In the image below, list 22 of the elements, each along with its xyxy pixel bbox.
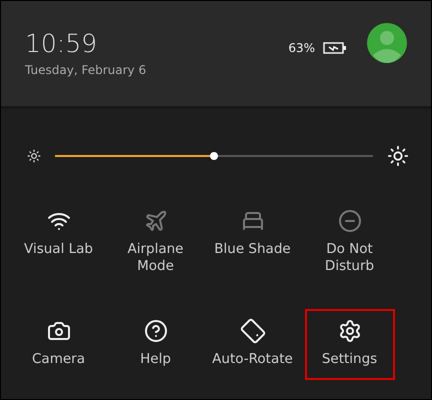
- battery-percentage: 63%: [288, 41, 315, 55]
- brightness-low-icon: [27, 149, 41, 163]
- minus-circle-icon: [338, 209, 362, 233]
- user-avatar[interactable]: [367, 23, 407, 63]
- date-text: Tuesday, February 6: [25, 63, 148, 77]
- brightness-high-icon: [387, 145, 409, 167]
- quick-setting-tile[interactable]: Airplane Mode: [110, 199, 200, 287]
- slider-thumb[interactable]: [210, 152, 218, 160]
- help-icon: [144, 319, 168, 343]
- quick-setting-tile[interactable]: Do Not Disturb: [304, 199, 394, 287]
- quick-setting-tile[interactable]: Auto-Rotate: [208, 309, 298, 380]
- quick-setting-tile[interactable]: Visual Lab: [14, 199, 104, 287]
- settings-icon: [338, 319, 362, 343]
- camera-icon: [46, 319, 70, 343]
- airplane-icon: [144, 209, 168, 233]
- quick-setting-tile[interactable]: Settings: [304, 309, 394, 380]
- quick-setting-tile[interactable]: Camera: [14, 309, 104, 380]
- quick-setting-tile[interactable]: Help: [110, 309, 200, 380]
- quick-setting-tile[interactable]: Blue Shade: [208, 199, 298, 287]
- battery-charging-icon: [323, 42, 347, 54]
- clock-time: 10:59: [25, 29, 98, 59]
- bed-icon: [240, 209, 264, 233]
